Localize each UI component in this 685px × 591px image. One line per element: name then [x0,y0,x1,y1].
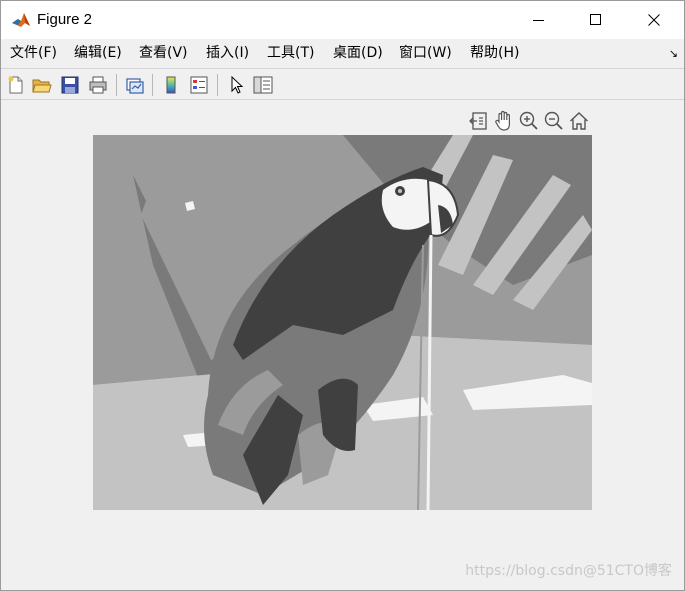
link-plot-icon[interactable] [124,74,146,96]
close-icon [648,14,660,26]
menu-overflow-arrow-icon[interactable]: ↘ [669,47,678,60]
toolbar-separator [217,74,218,96]
pan-hand-icon[interactable] [493,109,515,133]
watermark-text: https://blog.csdn@51CTO博客 [465,563,672,579]
menu-insert[interactable]: 插入(I) [206,45,249,61]
menu-view[interactable]: 查看(V) [139,45,188,61]
home-icon[interactable] [568,109,590,133]
property-inspector-icon[interactable] [252,74,274,96]
title-bar[interactable]: Figure 2 [1,1,684,39]
open-file-icon[interactable] [31,74,53,96]
menu-window[interactable]: 窗口(W) [399,45,452,61]
legend-icon[interactable] [188,74,210,96]
toolbar-separator [116,74,117,96]
export-icon[interactable] [468,109,490,133]
zoom-in-icon[interactable] [518,109,540,133]
quantized-parrot-graphic [93,135,592,510]
figure-window: Figure 2 文件(F) 编辑(E) 查看(V) 插入(I) 工具(T) 桌… [0,0,685,591]
save-icon[interactable] [59,74,81,96]
maximize-icon [590,14,601,25]
close-button[interactable] [631,1,677,39]
new-figure-icon[interactable] [5,74,27,96]
menu-edit[interactable]: 编辑(E) [74,45,122,61]
parrot-image [93,135,592,510]
minimize-button[interactable] [516,1,562,39]
colorbar-icon[interactable] [160,74,182,96]
menu-bar: 文件(F) 编辑(E) 查看(V) 插入(I) 工具(T) 桌面(D) 窗口(W… [1,39,684,67]
minimize-icon [533,20,544,21]
toolbar-separator [152,74,153,96]
matlab-app-icon [11,10,31,30]
menu-file[interactable]: 文件(F) [10,45,57,61]
menu-desktop[interactable]: 桌面(D) [333,45,383,61]
axes-toolbar [468,109,592,133]
window-title: Figure 2 [37,11,93,28]
print-icon[interactable] [87,74,109,96]
maximize-button[interactable] [573,1,619,39]
menu-tools[interactable]: 工具(T) [267,45,314,61]
figure-toolbar [1,68,684,100]
menu-help[interactable]: 帮助(H) [470,45,519,61]
zoom-out-icon[interactable] [543,109,565,133]
edit-plot-cursor-icon[interactable] [225,74,247,96]
